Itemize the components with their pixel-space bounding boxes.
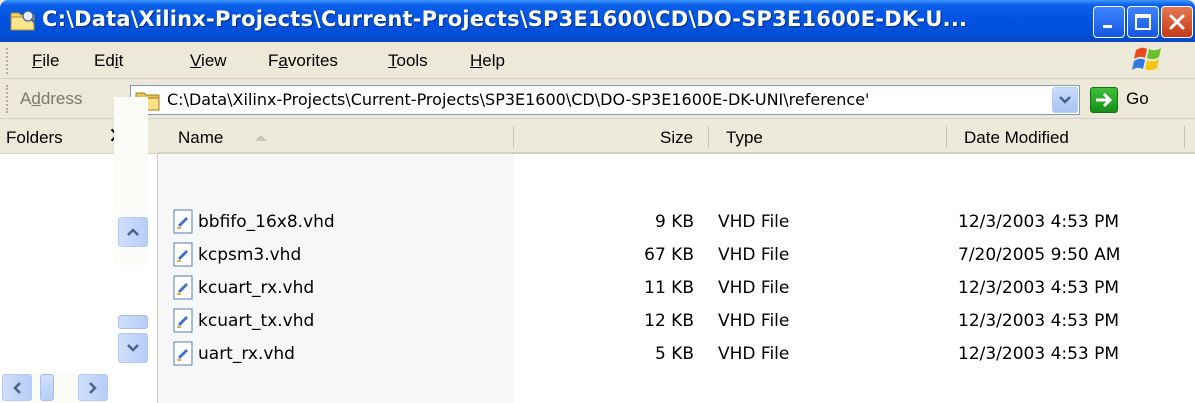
menu-bar: File Edit View Favorites Tools Help [0,42,1195,79]
address-input[interactable]: C:\Data\Xilinx-Projects\Current-Projects… [130,85,1080,115]
scroll-down-button[interactable] [118,333,148,363]
file-name: uart_rx.vhd [198,344,295,364]
menu-favorites[interactable]: Favorites [268,51,338,71]
horizontal-scroll-thumb[interactable] [40,374,54,401]
table-row[interactable]: kcuart_tx.vhd 12 KB VHD File 12/3/2003 4… [158,306,1195,339]
sort-ascending-icon [255,135,267,141]
scroll-left-button[interactable] [2,374,32,401]
chevron-right-icon [89,381,97,394]
column-header-size[interactable]: Size [660,128,693,148]
folders-title: Folders [6,128,63,147]
chevron-left-icon [13,381,21,394]
folder-explorer-icon [10,10,36,31]
chevron-down-icon [1059,96,1071,104]
file-date: 12/3/2003 4:53 PM [958,212,1120,232]
maximize-icon [1135,14,1151,30]
title-bar[interactable]: C:\Data\Xilinx-Projects\Current-Projects… [0,0,1195,42]
file-date: 7/20/2005 9:50 AM [958,245,1121,265]
scroll-right-button[interactable] [78,374,108,401]
column-separator[interactable] [1184,126,1185,148]
maximize-button[interactable] [1127,6,1159,38]
scroll-up-button[interactable] [118,217,148,247]
toolbar-grip[interactable] [6,48,9,74]
file-size: 5 KB [654,344,694,364]
file-size: 67 KB [644,245,694,265]
column-header-name[interactable]: Name [178,128,223,148]
table-row[interactable]: uart_rx.vhd 5 KB VHD File 12/3/2003 4:53… [158,339,1195,372]
vhd-file-icon [173,209,193,234]
close-icon [1169,14,1185,30]
file-date: 12/3/2003 4:53 PM [958,344,1120,364]
vhd-file-icon [173,308,193,333]
table-row[interactable]: bbfifo_16x8.vhd 9 KB VHD File 12/3/2003 … [158,207,1195,240]
file-name: kcpsm3.vhd [198,245,302,265]
windows-logo-icon [1132,47,1161,71]
menu-view[interactable]: View [190,51,227,71]
address-grip[interactable] [6,85,9,113]
column-header-date[interactable]: Date Modified [964,128,1069,148]
explorer-window: C:\Data\Xilinx-Projects\Current-Projects… [0,0,1195,403]
vhd-file-icon [173,242,193,267]
file-date: 12/3/2003 4:53 PM [958,311,1120,331]
file-name: bbfifo_16x8.vhd [198,212,335,232]
chevron-down-icon [127,344,139,352]
list-header: Name Size Type Date Modified [158,120,1195,154]
vhd-file-icon [173,341,193,366]
file-type: VHD File [718,245,790,265]
file-size: 11 KB [644,278,694,298]
file-name: kcuart_rx.vhd [198,278,315,298]
address-path: C:\Data\Xilinx-Projects\Current-Projects… [167,90,870,109]
menu-file[interactable]: File [32,51,59,71]
column-header-type[interactable]: Type [726,128,763,148]
address-dropdown-button[interactable] [1052,87,1078,113]
column-separator[interactable] [513,126,514,148]
menu-help[interactable]: Help [470,51,505,71]
go-button[interactable] [1090,87,1118,113]
column-separator[interactable] [946,126,947,148]
minimize-icon [1103,25,1112,28]
address-label: Address [20,89,83,108]
file-name: kcuart_tx.vhd [198,311,315,331]
window-title: C:\Data\Xilinx-Projects\Current-Projects… [42,7,968,31]
table-row[interactable]: kcuart_rx.vhd 11 KB VHD File 12/3/2003 4… [158,273,1195,306]
menu-edit[interactable]: Edit [94,51,123,71]
table-row[interactable]: kcpsm3.vhd 67 KB VHD File 7/20/2005 9:50… [158,240,1195,273]
menu-tools[interactable]: Tools [388,51,428,71]
file-type: VHD File [718,278,790,298]
vhd-file-icon [173,275,193,300]
address-bar: Address C:\Data\Xilinx-Projects\Current-… [0,79,1195,119]
column-separator[interactable] [708,126,709,148]
file-size: 12 KB [644,311,694,331]
file-type: VHD File [718,344,790,364]
file-size: 9 KB [654,212,694,232]
chevron-up-icon [127,228,139,236]
file-date: 12/3/2003 4:53 PM [958,278,1120,298]
minimize-button[interactable] [1093,6,1125,38]
file-list: Name Size Type Date Modified bbfifo_16x8… [158,120,1195,403]
close-button[interactable] [1161,6,1193,38]
go-label[interactable]: Go [1126,89,1149,109]
file-type: VHD File [718,212,790,232]
file-type: VHD File [718,311,790,331]
go-arrow-icon [1096,92,1113,108]
vertical-scroll-thumb[interactable] [118,315,148,329]
